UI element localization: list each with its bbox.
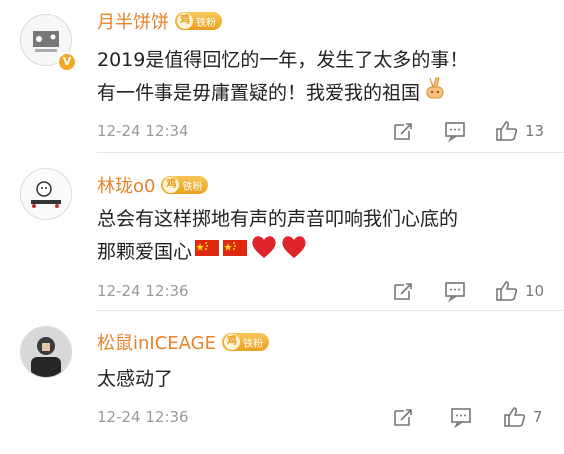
avatar[interactable] — [20, 168, 72, 220]
comment-line: 有一件事是毋庸置疑的！我爱我的祖国 — [97, 81, 421, 104]
comment-meta: 12-24 12:36 10 — [97, 278, 547, 304]
comment-item: 松鼠inICEAGE 鸡 铁粉 太感动了 12-24 12:36 7 — [0, 311, 564, 454]
timestamp: 12-24 12:36 — [97, 282, 189, 300]
avatar[interactable] — [20, 326, 72, 378]
name-row: 林珑o0 鸡 铁粉 — [97, 172, 209, 198]
comment-button[interactable] — [450, 404, 472, 430]
comment-meta: 12-24 12:34 13 — [97, 118, 547, 144]
thumbs-up-icon — [496, 121, 518, 141]
china-flag-emoji — [194, 237, 220, 267]
comment-meta: 12-24 12:36 7 — [97, 404, 547, 430]
crown-icon: 鸡 — [177, 13, 193, 29]
comment-item: V 月半饼饼 鸡 铁粉 2019是值得回忆的一年，发生了太多的事！ 有一件事是毋… — [0, 0, 564, 152]
red-heart-emoji — [250, 234, 278, 269]
fan-badge[interactable]: 鸡 铁粉 — [221, 333, 269, 351]
username[interactable]: 林珑o0 — [97, 172, 155, 198]
like-count: 13 — [525, 122, 545, 140]
comment-icon — [445, 282, 465, 302]
comment-text: 总会有这样掷地有声的声音叩响我们心底的 那颗爱国心 — [97, 204, 458, 269]
comment-line: 总会有这样掷地有声的声音叩响我们心底的 — [97, 208, 459, 230]
like-button[interactable]: 13 — [495, 118, 544, 144]
timestamp: 12-24 12:36 — [97, 408, 189, 426]
like-count: 7 — [533, 408, 543, 426]
comment-line-row: 那颗爱国心 — [97, 234, 458, 269]
like-button[interactable]: 10 — [495, 278, 544, 304]
name-row: 月半饼饼 鸡 铁粉 — [97, 8, 222, 34]
comment-icon — [445, 122, 465, 142]
fan-badge-label: 铁粉 — [242, 338, 263, 350]
like-button[interactable]: 7 — [503, 404, 543, 430]
forward-button[interactable] — [392, 404, 414, 430]
comment-text: 太感动了 — [97, 364, 173, 394]
forward-button[interactable] — [392, 118, 414, 144]
forward-icon — [394, 283, 412, 300]
fan-badge[interactable]: 鸡 铁粉 — [175, 12, 222, 30]
comment-line: 那颗爱国心 — [97, 240, 193, 263]
forward-icon — [394, 123, 412, 140]
comment-item: 林珑o0 鸡 铁粉 总会有这样掷地有声的声音叩响我们心底的 那颗爱国心 12-2… — [0, 153, 564, 305]
like-count: 10 — [525, 282, 545, 300]
comment-button[interactable] — [444, 118, 466, 144]
username[interactable]: 月半饼饼 — [97, 8, 169, 34]
crown-icon: 鸡 — [163, 177, 180, 193]
username[interactable]: 松鼠inICEAGE — [97, 329, 216, 355]
crown-icon: 鸡 — [223, 334, 240, 350]
thumbs-up-icon — [504, 407, 526, 427]
red-heart-emoji — [280, 234, 308, 269]
fan-badge-label: 铁粉 — [182, 181, 203, 193]
forward-button[interactable] — [392, 278, 414, 304]
comment-button[interactable] — [444, 278, 466, 304]
verified-badge-icon: V — [57, 52, 77, 72]
timestamp: 12-24 12:34 — [97, 122, 189, 140]
comment-line-row: 有一件事是毋庸置疑的！我爱我的祖国 — [97, 75, 468, 110]
fan-badge[interactable]: 鸡 铁粉 — [161, 176, 209, 194]
victory-hand-emoji — [422, 75, 448, 110]
comment-icon — [451, 408, 471, 428]
thumbs-up-icon — [496, 281, 518, 301]
china-flag-emoji — [222, 237, 248, 267]
comment-line: 2019是值得回忆的一年，发生了太多的事！ — [97, 49, 469, 71]
comment-line: 太感动了 — [97, 368, 174, 390]
name-row: 松鼠inICEAGE 鸡 铁粉 — [97, 329, 269, 355]
forward-icon — [394, 409, 412, 426]
fan-badge-label: 铁粉 — [196, 17, 216, 29]
comment-text: 2019是值得回忆的一年，发生了太多的事！ 有一件事是毋庸置疑的！我爱我的祖国 — [97, 45, 468, 110]
